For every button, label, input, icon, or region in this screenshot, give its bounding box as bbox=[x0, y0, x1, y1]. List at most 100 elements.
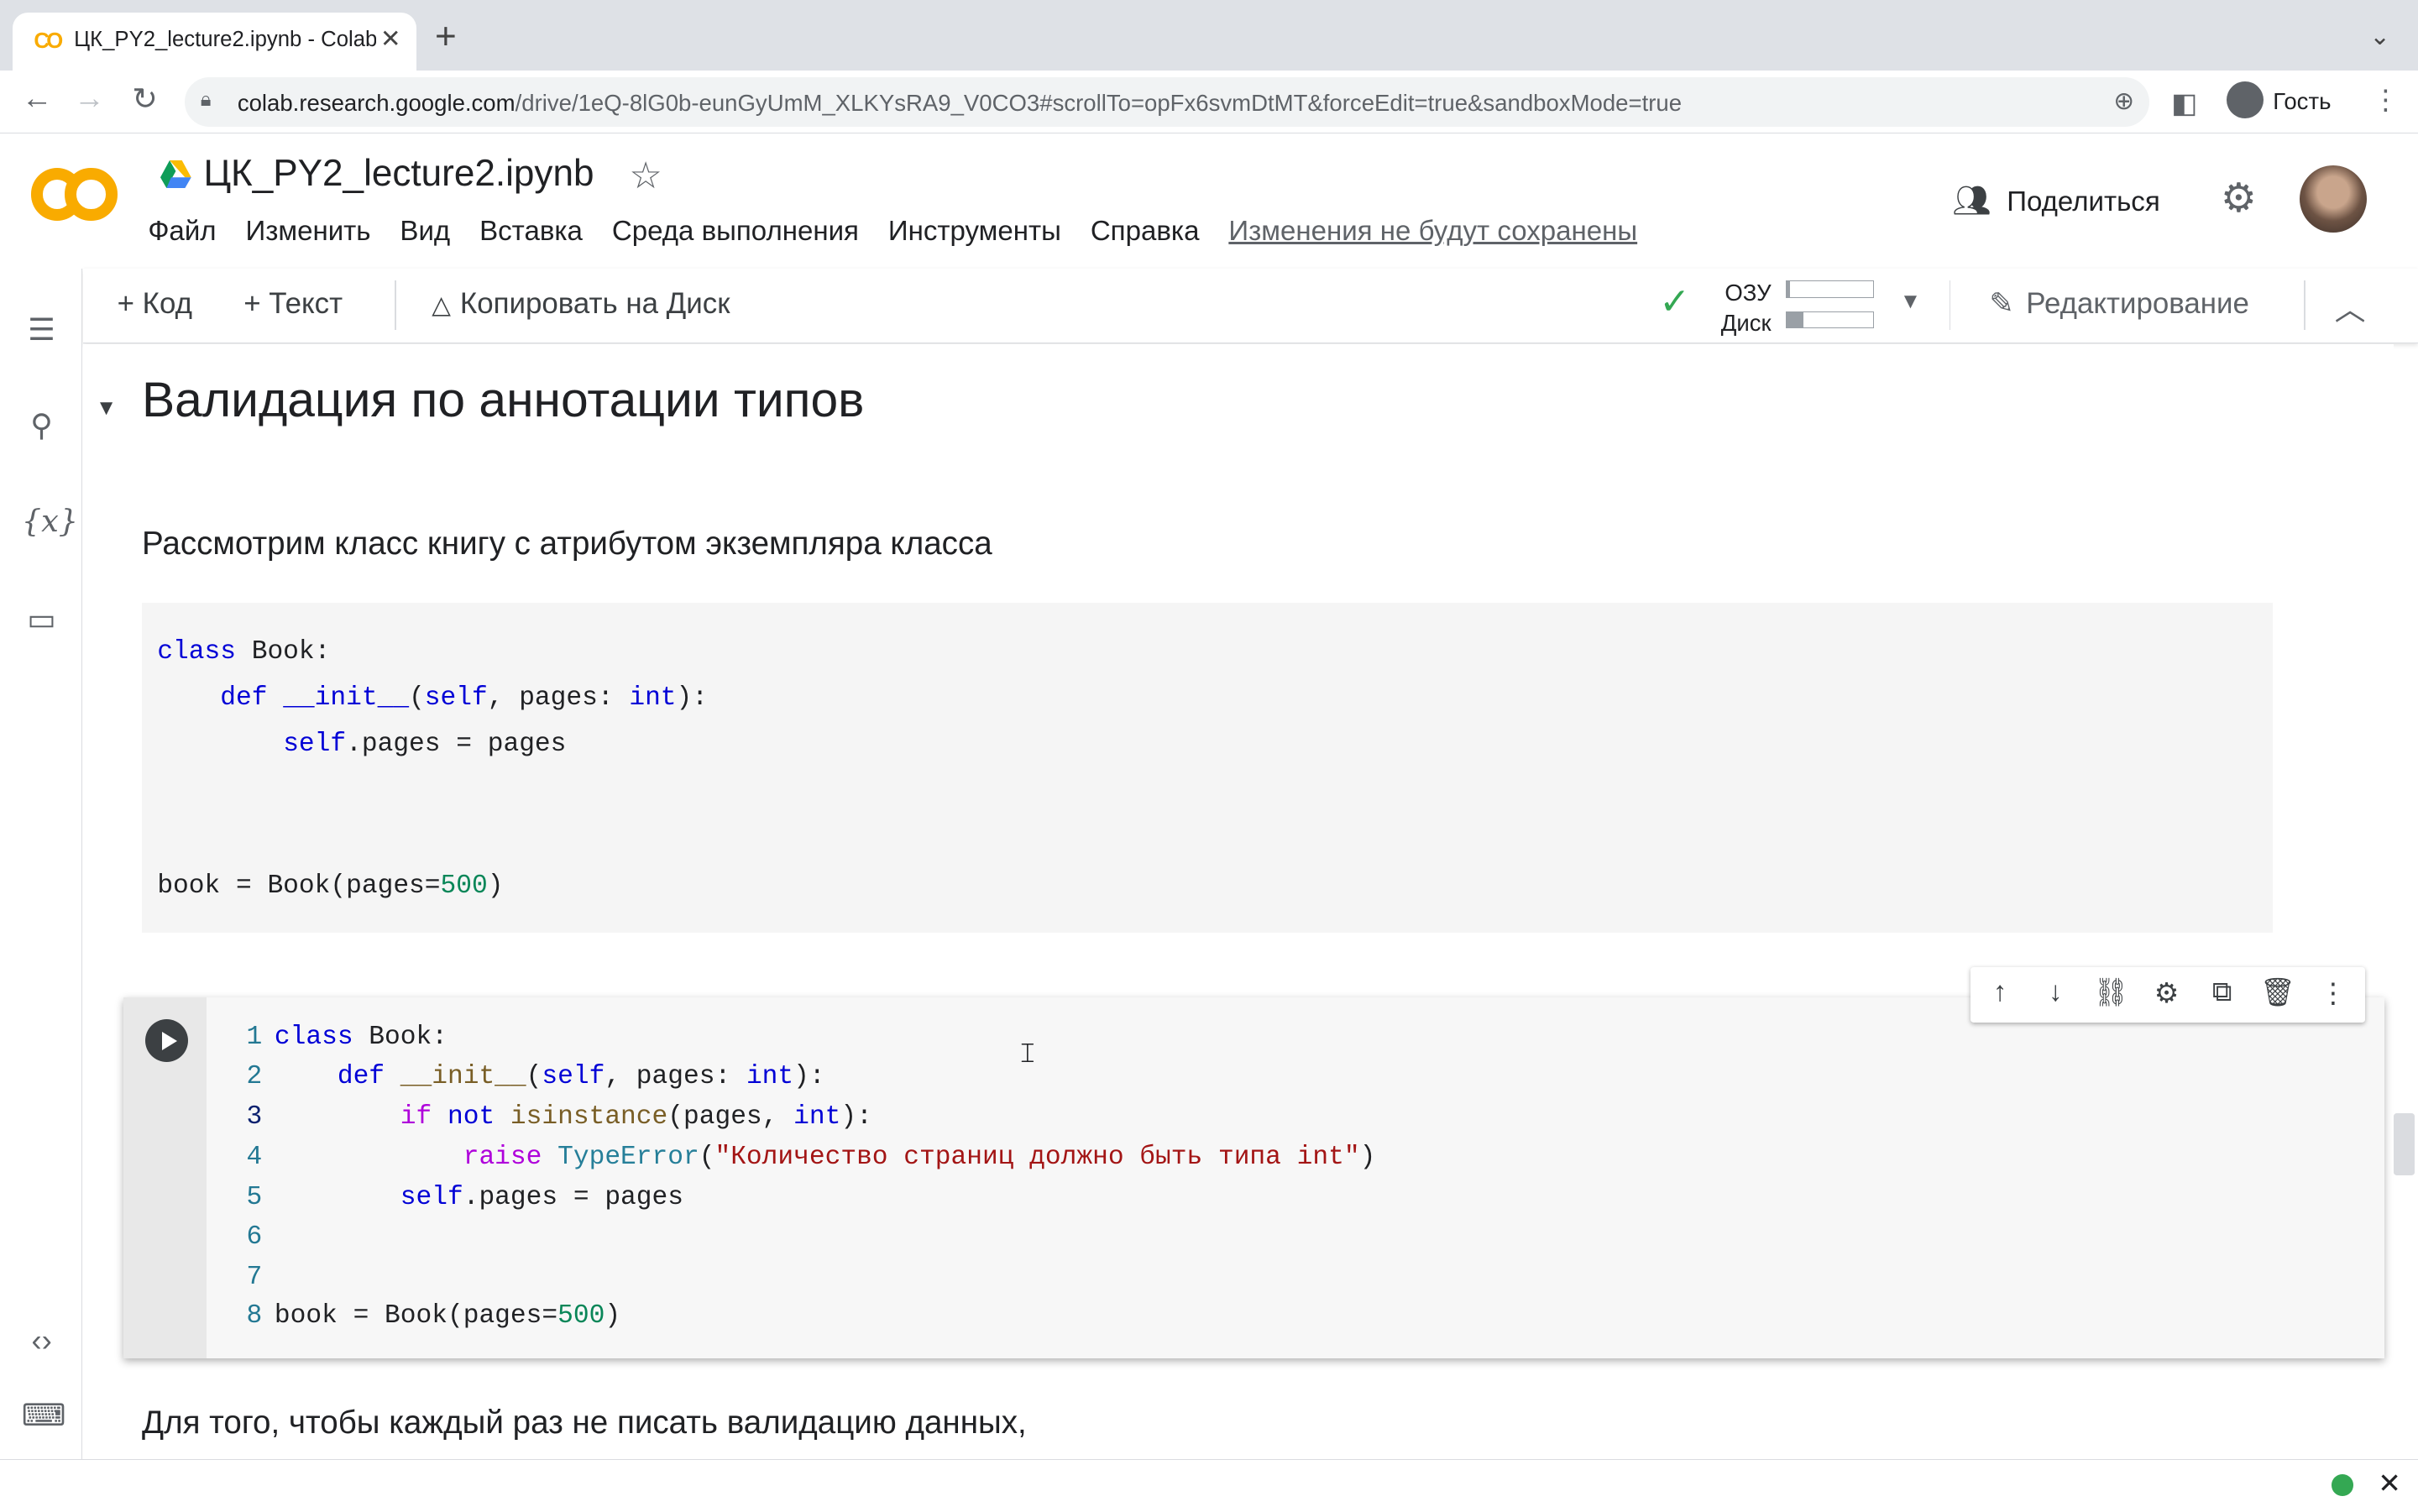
tab-title: ЦК_PY2_lecture2.ipynb - Colab bbox=[74, 28, 377, 52]
forward-icon[interactable]: → bbox=[68, 81, 111, 116]
menu-insert[interactable]: Вставка bbox=[479, 216, 583, 253]
status-bar bbox=[0, 1458, 2418, 1512]
move-cell-down-icon[interactable]: ↓ bbox=[2035, 976, 2075, 1008]
tab-search-chevron-icon[interactable]: ⌄ bbox=[2369, 22, 2390, 51]
editing-mode-label: Редактирование bbox=[2026, 286, 2249, 320]
toolbar-divider bbox=[2304, 280, 2305, 331]
line-number: 8 bbox=[246, 1301, 263, 1332]
line-number: 2 bbox=[246, 1062, 263, 1092]
profile-button[interactable]: Гость bbox=[2220, 76, 2357, 123]
menu-edit[interactable]: Изменить bbox=[245, 216, 370, 253]
code-line[interactable]: def __init__(self, pages: int): bbox=[275, 1062, 825, 1091]
colab-favicon-icon: CO bbox=[34, 29, 63, 53]
guest-avatar-icon bbox=[2227, 81, 2264, 119]
cell-settings-gear-icon[interactable]: ⚙ bbox=[2147, 976, 2187, 1010]
settings-gear-icon[interactable]: ⚙ bbox=[2221, 175, 2257, 222]
colab-logo[interactable] bbox=[30, 168, 118, 221]
table-of-contents-icon[interactable]: ☰ bbox=[22, 311, 62, 348]
text-paragraph: Рассмотрим класс книгу с атрибутом экзем… bbox=[141, 526, 992, 562]
editing-mode-button[interactable]: ✎ Редактирование bbox=[1989, 287, 2249, 321]
ram-usage-bar bbox=[1785, 280, 1874, 298]
status-ok-dot-icon[interactable] bbox=[2332, 1473, 2353, 1496]
menu-file[interactable]: Файл bbox=[148, 216, 216, 253]
unsaved-changes-link[interactable]: Изменения не будут сохранены bbox=[1228, 216, 1637, 253]
code-line[interactable]: raise TypeError("Количество страниц долж… bbox=[275, 1143, 1376, 1172]
ram-label: ОЗУ bbox=[1725, 279, 1772, 306]
copy-to-drive-label: Копировать на Диск bbox=[459, 286, 730, 320]
google-drive-icon[interactable] bbox=[160, 160, 191, 189]
toolbar-divider bbox=[395, 280, 396, 331]
browser-menu-icon[interactable]: ⋮ bbox=[2372, 83, 2400, 117]
scrollbar-thumb[interactable] bbox=[2393, 1113, 2415, 1175]
zoom-icon[interactable]: ⊕ bbox=[2113, 86, 2134, 116]
browser-toolbar: ← → ↻ 🔒︎ colab.research.google.com/drive… bbox=[0, 71, 2418, 133]
notebook-content: ▼ Валидация по аннотации типов Рассмотри… bbox=[83, 343, 2394, 1459]
code-cell[interactable]: 1 2 3 4 5 6 7 8 class Book: def __init__… bbox=[123, 997, 2384, 1359]
link-to-cell-icon[interactable]: ⛓ bbox=[2091, 976, 2132, 1009]
code-line: self.pages = pages bbox=[283, 729, 567, 759]
code-line[interactable]: class Book: bbox=[275, 1023, 447, 1052]
code-line[interactable]: book = Book(pages=500) bbox=[275, 1301, 620, 1331]
user-avatar[interactable] bbox=[2299, 165, 2368, 233]
share-button[interactable]: 👥︎ Поделиться bbox=[1952, 182, 2159, 219]
status-close-icon[interactable]: ✕ bbox=[2378, 1467, 2401, 1500]
runtime-dropdown-icon[interactable]: ▼ bbox=[1900, 290, 1921, 314]
line-number: 5 bbox=[246, 1182, 263, 1212]
browser-tab[interactable]: CO ЦК_PY2_lecture2.ipynb - Colab ✕ bbox=[12, 12, 416, 71]
files-folder-icon[interactable]: ▭ bbox=[22, 601, 62, 637]
collapse-section-icon[interactable]: ▼ bbox=[96, 396, 117, 421]
disk-usage-fill bbox=[1786, 312, 1804, 328]
menu-runtime[interactable]: Среда выполнения bbox=[612, 216, 859, 253]
code-line: book = Book(pages=500) bbox=[157, 871, 504, 901]
resource-labels[interactable]: ОЗУ Диск bbox=[1721, 278, 1772, 339]
delete-cell-icon[interactable]: 🗑︎ bbox=[2258, 976, 2298, 1009]
variables-icon[interactable]: {x} bbox=[22, 503, 78, 539]
command-palette-icon[interactable]: ⌨ bbox=[22, 1397, 66, 1433]
share-label: Поделиться bbox=[2007, 186, 2160, 217]
left-rail: ☰ ⚲ {x} ▭ ‹› ⌨ bbox=[0, 268, 83, 1459]
menu-view[interactable]: Вид bbox=[400, 216, 450, 253]
search-icon[interactable]: ⚲ bbox=[22, 407, 62, 443]
move-cell-up-icon[interactable]: ↑ bbox=[1980, 976, 2020, 1008]
notebook-title[interactable]: ЦК_PY2_lecture2.ipynb bbox=[203, 153, 594, 195]
pencil-icon: ✎ bbox=[1989, 286, 2014, 320]
mirror-cell-icon[interactable]: ⧉ bbox=[2202, 976, 2243, 1008]
add-code-button[interactable]: + Код bbox=[118, 287, 192, 321]
line-number: 3 bbox=[246, 1102, 263, 1133]
menu-tools[interactable]: Инструменты bbox=[888, 216, 1061, 253]
text-cursor-icon: 𝙸 bbox=[1018, 1038, 1038, 1070]
back-icon[interactable]: ← bbox=[15, 81, 58, 116]
menu-help[interactable]: Справка bbox=[1091, 216, 1200, 253]
code-line[interactable]: self.pages = pages bbox=[275, 1183, 683, 1212]
browser-tabbar: CO ЦК_PY2_lecture2.ipynb - Colab ✕ + ⌄ bbox=[0, 0, 2418, 71]
logo-ring-right bbox=[65, 168, 118, 221]
line-number: 6 bbox=[246, 1222, 263, 1253]
code-line: def __init__(self, pages: int): bbox=[220, 683, 709, 713]
code-line[interactable]: if not isinstance(pages, int): bbox=[275, 1102, 872, 1132]
notebook-toolbar: + Код + Текст △ Копировать на Диск ✓ ОЗУ … bbox=[83, 268, 2418, 343]
connected-check-icon[interactable]: ✓ bbox=[1659, 280, 1690, 323]
reload-icon[interactable]: ↻ bbox=[123, 81, 166, 117]
new-tab-button[interactable]: + bbox=[435, 18, 457, 55]
lock-icon[interactable]: 🔒︎ bbox=[201, 88, 212, 112]
collapse-header-icon[interactable]: ︿ bbox=[2335, 284, 2366, 329]
code-line: class Book: bbox=[157, 636, 331, 667]
copy-to-drive-button[interactable]: △ Копировать на Диск bbox=[432, 287, 730, 321]
code-snippets-icon[interactable]: ‹› bbox=[22, 1323, 62, 1358]
disk-label: Диск bbox=[1720, 310, 1772, 337]
tab-close-icon[interactable]: ✕ bbox=[380, 24, 401, 54]
add-text-button[interactable]: + Текст bbox=[243, 287, 343, 321]
drive-outline-icon: △ bbox=[432, 290, 451, 319]
side-panel-icon[interactable]: ◧ bbox=[2171, 86, 2197, 120]
line-number: 1 bbox=[246, 1022, 263, 1052]
toolbar-divider bbox=[1949, 280, 1951, 331]
section-heading: Валидация по аннотации типов bbox=[141, 372, 865, 427]
markdown-code-block: class Book: def __init__(self, pages: in… bbox=[141, 603, 2274, 934]
ram-usage-fill bbox=[1786, 281, 1790, 297]
text-paragraph: Для того, чтобы каждый раз не писать вал… bbox=[141, 1405, 1027, 1441]
cell-more-icon[interactable]: ⋮ bbox=[2313, 976, 2353, 1010]
cell-toolbar: ↑ ↓ ⛓ ⚙ ⧉ 🗑︎ ⋮ bbox=[1971, 966, 2366, 1023]
star-icon[interactable]: ☆ bbox=[629, 154, 662, 197]
line-number: 7 bbox=[246, 1263, 263, 1293]
address-bar[interactable]: 🔒︎ colab.research.google.com/drive/1eQ-8… bbox=[185, 76, 2150, 127]
